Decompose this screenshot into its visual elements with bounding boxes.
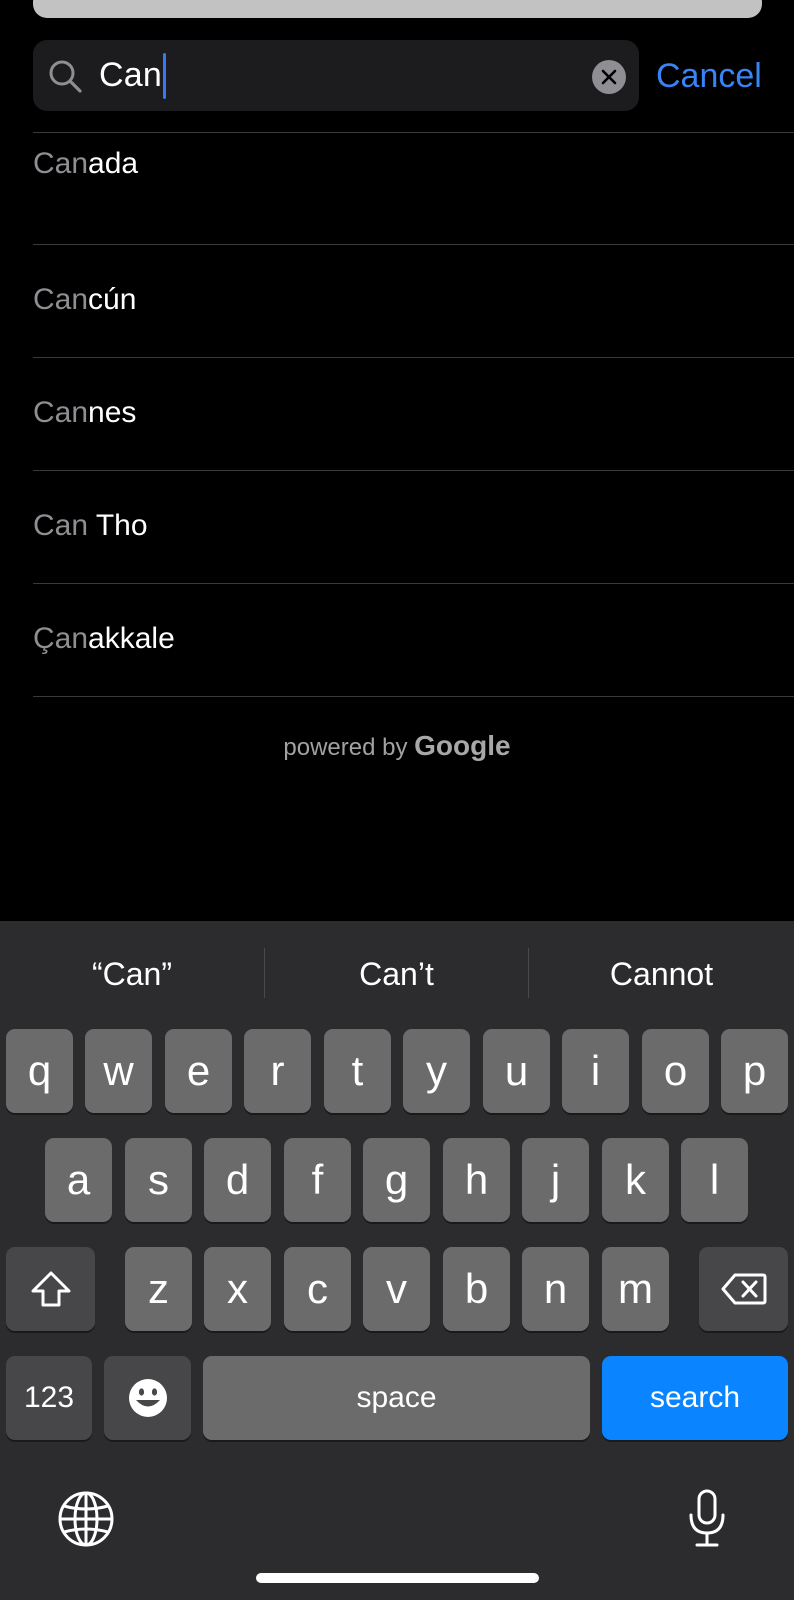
search-bar[interactable]: Can [33,40,639,111]
key-s[interactable]: s [125,1138,192,1222]
cancel-button[interactable]: Cancel [656,54,762,98]
key-v[interactable]: v [363,1247,430,1331]
search-key[interactable]: search [602,1356,788,1440]
result-label: Cancún [33,283,136,317]
key-l[interactable]: l [681,1138,748,1222]
result-label: Can Tho [33,509,148,543]
result-match-text: Can [33,283,89,316]
list-item[interactable]: Can Tho [33,471,794,584]
powered-by-google: powered by Google [0,730,794,762]
shift-icon [31,1271,70,1307]
key-j[interactable]: j [522,1138,589,1222]
key-u[interactable]: u [483,1029,550,1113]
backspace-icon [721,1273,766,1305]
key-o[interactable]: o [642,1029,709,1113]
result-match-text: Can [33,147,89,180]
result-label: Canada [33,147,138,181]
suggestion-0[interactable]: “Can” [0,946,264,1002]
key-h[interactable]: h [443,1138,510,1222]
space-key[interactable]: space [203,1356,590,1440]
sheet-top-handle [33,0,762,18]
result-rest-text: Tho [88,509,148,542]
text-caret [162,52,166,99]
result-rest-text: cún [88,283,137,316]
key-g[interactable]: g [363,1138,430,1222]
numbers-key[interactable]: 123 [6,1356,92,1440]
suggestion-1[interactable]: Can’t [265,946,528,1002]
key-e[interactable]: e [165,1029,232,1113]
search-icon [49,60,82,93]
result-rest-text: ada [88,147,139,180]
result-match-text: Can [33,396,89,429]
key-k[interactable]: k [602,1138,669,1222]
search-input-value: Can [99,56,162,94]
search-input[interactable]: Can [99,46,166,106]
key-r[interactable]: r [244,1029,311,1113]
result-rest-text: akkale [88,622,175,655]
result-match-text: Çan [33,622,89,655]
key-y[interactable]: y [403,1029,470,1113]
suggestion-2[interactable]: Cannot [529,946,794,1002]
microphone-icon[interactable] [687,1488,727,1550]
attribution-prefix: powered by [283,734,408,761]
key-c[interactable]: c [284,1247,351,1331]
key-z[interactable]: z [125,1247,192,1331]
key-m[interactable]: m [602,1247,669,1331]
key-w[interactable]: w [85,1029,152,1113]
result-label: Çanakkale [33,622,175,656]
list-item[interactable]: Canada [33,133,794,245]
key-a[interactable]: a [45,1138,112,1222]
key-q[interactable]: q [6,1029,73,1113]
key-b[interactable]: b [443,1247,510,1331]
key-t[interactable]: t [324,1029,391,1113]
list-item[interactable]: Cannes [33,358,794,471]
clear-search-button[interactable] [592,60,626,94]
key-d[interactable]: d [204,1138,271,1222]
results-list: Canada Cancún Cannes Can Tho Çanakkale [33,132,794,697]
key-i[interactable]: i [562,1029,629,1113]
shift-key[interactable] [6,1247,95,1331]
globe-icon[interactable] [57,1490,115,1548]
key-n[interactable]: n [522,1247,589,1331]
attribution-brand: Google [414,730,511,761]
result-label: Cannes [33,396,136,430]
key-x[interactable]: x [204,1247,271,1331]
result-rest-text: nes [88,396,137,429]
result-match-text: Can [33,509,89,542]
key-p[interactable]: p [721,1029,788,1113]
close-icon [601,69,617,85]
emoji-icon [128,1379,167,1417]
list-item[interactable]: Çanakkale [33,584,794,697]
list-item[interactable]: Cancún [33,245,794,358]
key-f[interactable]: f [284,1138,351,1222]
emoji-key[interactable] [104,1356,191,1440]
home-indicator[interactable] [256,1573,539,1583]
backspace-key[interactable] [699,1247,788,1331]
